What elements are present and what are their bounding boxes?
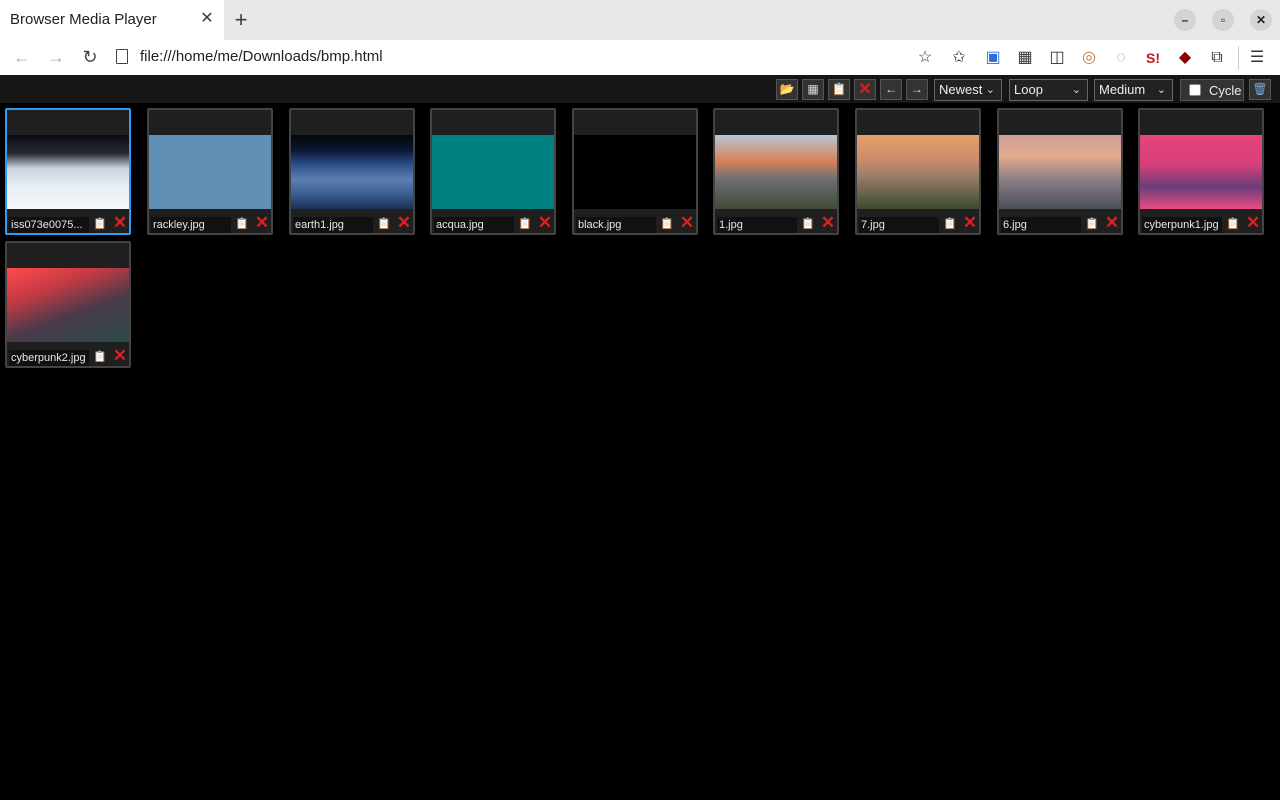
thumbnail-filename: 6.jpg [1001,217,1081,233]
thumbnail-image[interactable] [999,135,1121,209]
thumbnail-filename: 7.jpg [859,217,939,233]
dashboard-extension-icon[interactable]: ◫ [1046,47,1068,69]
thumbnail-filename: earth1.jpg [293,217,373,233]
copy-icon[interactable]: 📋 [1226,216,1240,232]
thumbnail-image[interactable] [291,135,413,209]
cycle-label: Cycle [1209,83,1242,98]
next-button[interactable]: → [906,79,928,100]
thumbnail-card[interactable]: cyberpunk2.jpg 📋 ✕ [5,241,131,368]
delete-icon[interactable]: ✕ [254,214,270,232]
ublock-shield-icon[interactable]: ◆ [1174,47,1196,69]
delete-icon[interactable]: ✕ [962,214,978,232]
stylish-extension-icon[interactable]: S! [1142,47,1164,69]
thumbnail-image[interactable] [1140,135,1262,209]
bookmark-star-icon[interactable]: ☆ [914,47,936,69]
thumbnail-card[interactable]: rackley.jpg 📋 ✕ [147,108,273,235]
tab-close-icon[interactable]: ✕ [199,11,215,27]
copy-icon[interactable]: 📋 [801,216,815,232]
chevron-down-icon: ⌄ [985,84,995,96]
thumbnail-card[interactable]: 7.jpg 📋 ✕ [855,108,981,235]
avatar-extension-icon[interactable]: ◎ [1078,47,1100,69]
thumbnail-filename: iss073e0075... [9,217,89,233]
chevron-down-icon: ⌄ [1071,84,1081,96]
thumbnail-card[interactable]: iss073e0075... 📋 ✕ [5,108,131,235]
copy-list-button[interactable]: 📋 [828,79,850,100]
delete-icon[interactable]: ✕ [112,347,128,365]
controls-bar: 📂 ▦ 📋 ✕ ← → Newest ⌄ Loop ⌄ Medium ⌄ Cyc… [0,75,1280,103]
save-extension-icon[interactable]: ▣ [982,47,1004,69]
delete-icon[interactable]: ✕ [112,214,128,232]
active-tab[interactable]: Browser Media Player ✕ [0,0,224,40]
thumbnail-filename: 1.jpg [717,217,797,233]
cookie-extension-icon[interactable]: ◌ [1110,47,1132,69]
back-button[interactable]: ← [10,46,34,68]
delete-icon[interactable]: ✕ [820,214,836,232]
copy-icon[interactable]: 📋 [1085,216,1099,232]
chevron-down-icon: ⌄ [1156,84,1166,96]
copy-icon[interactable]: 📋 [660,216,674,232]
thumbnail-filename: rackley.jpg [151,217,231,233]
toolbar-divider [1238,46,1239,70]
trash-button[interactable]: 🗑 [1249,79,1271,100]
sort-select-value: Newest [939,82,983,97]
delete-icon[interactable]: ✕ [1245,214,1261,232]
minimize-button[interactable]: – [1174,9,1196,31]
thumbnail-image[interactable] [857,135,979,209]
size-select-value: Medium [1099,82,1146,97]
extensions-puzzle-icon[interactable]: ⧉ [1206,47,1228,69]
tab-bar: Browser Media Player ✕ + – ▫ ✕ [0,0,1280,40]
close-window-button[interactable]: ✕ [1250,9,1272,31]
copy-icon[interactable]: 📋 [235,216,249,232]
page-info-icon[interactable] [116,49,128,64]
size-select[interactable]: Medium ⌄ [1094,79,1173,101]
open-folder-button[interactable]: 📂 [776,79,798,100]
copy-icon[interactable]: 📋 [943,216,957,232]
delete-icon[interactable]: ✕ [679,214,695,232]
copy-icon[interactable]: 📋 [93,349,107,365]
browser-toolbar: ← → ↻ file:///home/me/Downloads/bmp.html… [0,40,1280,75]
thumbnail-filename: black.jpg [576,217,656,233]
tab-title: Browser Media Player [10,11,157,28]
copy-icon[interactable]: 📋 [93,216,107,232]
thumbnail-image[interactable] [432,135,554,209]
menu-icon[interactable]: ☰ [1246,47,1268,69]
delete-icon[interactable]: ✕ [537,214,553,232]
thumbnail-image[interactable] [7,268,129,342]
thumbnail-filename: acqua.jpg [434,217,514,233]
cycle-checkbox[interactable] [1189,84,1201,96]
thumbnail-image[interactable] [715,135,837,209]
thumbnail-image[interactable] [7,135,129,209]
clear-all-button[interactable]: ✕ [854,79,876,100]
reading-list-icon[interactable]: ✩ [948,47,970,69]
thumbnail-card[interactable]: 6.jpg 📋 ✕ [997,108,1123,235]
address-bar[interactable]: file:///home/me/Downloads/bmp.html [140,48,383,65]
maximize-button[interactable]: ▫ [1212,9,1234,31]
delete-icon[interactable]: ✕ [396,214,412,232]
copy-icon[interactable]: 📋 [518,216,532,232]
previous-button[interactable]: ← [880,79,902,100]
media-player-page: 📂 ▦ 📋 ✕ ← → Newest ⌄ Loop ⌄ Medium ⌄ Cyc… [0,75,1280,800]
delete-icon[interactable]: ✕ [1104,214,1120,232]
apps-grid-icon[interactable]: ▦ [1014,47,1036,69]
thumbnail-filename: cyberpunk2.jpg [9,350,89,366]
sort-select[interactable]: Newest ⌄ [934,79,1002,101]
mode-select[interactable]: Loop ⌄ [1009,79,1088,101]
forward-button[interactable]: → [44,46,68,68]
thumbnail-card[interactable]: cyberpunk1.jpg 📋 ✕ [1138,108,1264,235]
copy-icon[interactable]: 📋 [377,216,391,232]
thumbnail-card[interactable]: 1.jpg 📋 ✕ [713,108,839,235]
reload-button[interactable]: ↻ [78,46,102,68]
thumbnail-card[interactable]: black.jpg 📋 ✕ [572,108,698,235]
new-tab-button[interactable]: + [230,8,252,32]
thumbnail-filename: cyberpunk1.jpg [1142,217,1222,233]
thumbnail-image[interactable] [149,135,271,209]
thumbnail-image[interactable] [574,135,696,209]
cycle-toggle[interactable]: Cycle [1180,79,1244,101]
thumbnail-card[interactable]: earth1.jpg 📋 ✕ [289,108,415,235]
grid-view-button[interactable]: ▦ [802,79,824,100]
mode-select-value: Loop [1014,82,1043,97]
thumbnail-card[interactable]: acqua.jpg 📋 ✕ [430,108,556,235]
